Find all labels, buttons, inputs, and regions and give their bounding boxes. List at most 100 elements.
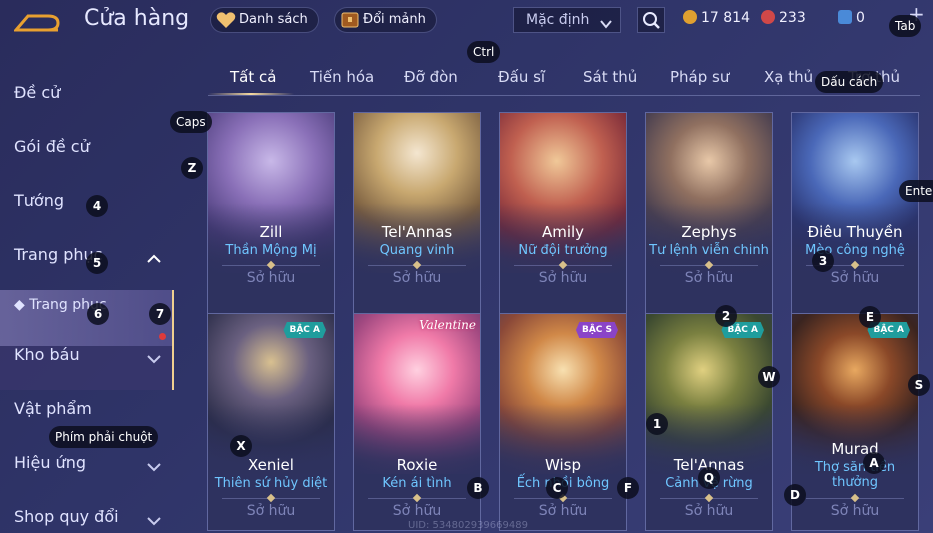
owned-status: Sở hữu (538, 503, 588, 519)
chevron-down-icon[interactable] (147, 511, 161, 526)
key-hint-2: 2 (715, 305, 737, 327)
sidebar-item-featured[interactable]: Đề cử (14, 83, 60, 102)
owned-status: Sở hữu (538, 270, 588, 286)
skin-name: Nữ đội trưởng (518, 243, 608, 258)
tab-assassin[interactable]: Sát thủ (583, 68, 637, 86)
key-hint-e: E (859, 306, 881, 328)
owned-status: Sở hữu (830, 270, 880, 286)
owned-status: Sở hữu (684, 270, 734, 286)
key-hint-right-click: Phím phải chuột (49, 426, 159, 448)
skin-card[interactable]: BẬC A Xeniel Thiên sứ hủy diệt Sở hữu (207, 313, 335, 531)
active-tab-indicator (208, 93, 294, 95)
hero-name: Điêu Thuyền (807, 223, 903, 241)
red-currency: 233 (761, 10, 806, 26)
red-gem-icon (761, 10, 775, 24)
key-hint-s: S (908, 374, 930, 396)
tab-marksman[interactable]: Xạ thủ (764, 68, 813, 86)
skin-card[interactable]: BẬC A Murad Thợ săn tiền thưởng Sở hữu (791, 313, 919, 531)
key-hint-caps: Caps (170, 111, 212, 133)
voucher-icon (838, 10, 852, 24)
sidebar-item-featured-bundles[interactable]: Gói đề cử (14, 137, 90, 156)
hero-name: Murad (831, 440, 879, 458)
chevron-down-icon (600, 14, 612, 29)
skin-card[interactable]: Amily Nữ đội trưởng Sở hữu (499, 112, 627, 330)
tab-evolution[interactable]: Tiến hóa (310, 68, 374, 86)
tab-mage[interactable]: Pháp sư (670, 68, 729, 86)
skin-name: Tư lệnh viễn chinh (649, 243, 769, 258)
voucher-currency: 0 (838, 10, 865, 26)
category-tabs: Tất cả Tiến hóa Đỡ đòn Đấu sĩ Sát thủ Ph… (208, 64, 920, 96)
owned-status: Sở hữu (392, 503, 442, 519)
hero-name: Zill (259, 223, 283, 241)
key-hint-c: C (546, 477, 568, 499)
tab-tank[interactable]: Đỡ đòn (404, 68, 458, 86)
sidebar-item-effects[interactable]: Hiệu ứng (14, 453, 86, 472)
skin-name: Quang vinh (379, 243, 455, 258)
key-hint-a: A (863, 452, 885, 474)
back-arrow-icon[interactable] (12, 10, 62, 36)
chevron-up-icon[interactable] (147, 249, 161, 263)
tab-all[interactable]: Tất cả (230, 68, 276, 86)
key-hint-tab: Tab (889, 15, 922, 37)
owned-status: Sở hữu (830, 503, 880, 519)
key-hint-q: Q (698, 467, 720, 489)
key-hint-b: B (467, 477, 489, 499)
sidebar-item-items[interactable]: Vật phẩm (14, 399, 92, 418)
exchange-shards-button[interactable]: Đổi mảnh (334, 7, 437, 33)
rank-badge: BẬC A (283, 322, 326, 338)
key-hint-7: 7 (149, 303, 171, 325)
key-hint-w: W (758, 366, 780, 388)
skin-card[interactable]: Zill Thần Mộng Mị Sở hữu (207, 112, 335, 330)
gold-currency: 17 814 (683, 10, 750, 26)
skin-card[interactable]: Tel'Annas Quang vinh Sở hữu (353, 112, 481, 330)
hero-name: Zephys (681, 223, 737, 241)
key-hint-enter: Enter (899, 180, 933, 202)
heart-icon (216, 11, 236, 29)
skin-name: Thợ săn tiền thưởng (814, 460, 896, 490)
owned-status: Sở hữu (684, 503, 734, 519)
owned-status: Sở hữu (246, 270, 296, 286)
skin-name: Thiên sứ hủy diệt (214, 476, 328, 491)
sidebar-item-treasure[interactable]: Kho báu (14, 345, 80, 364)
notification-dot (159, 333, 166, 340)
wishlist-button[interactable]: Danh sách (210, 7, 319, 33)
hero-name: Roxie (396, 456, 438, 474)
exchange-label: Đổi mảnh (363, 12, 426, 27)
hero-name: Amily (541, 223, 585, 241)
key-hint-ctrl: Ctrl (467, 41, 501, 63)
skin-card[interactable]: Zephys Tư lệnh viễn chinh Sở hữu (645, 112, 773, 330)
sort-dropdown[interactable]: Mặc định (513, 7, 621, 33)
skin-card[interactable]: Điêu Thuyền Mèo công nghệ Sở hữu (791, 112, 919, 330)
skin-card[interactable]: Valentine Roxie Kén ái tình Sở hữu (353, 313, 481, 531)
page-title: Cửa hàng (84, 6, 190, 31)
skin-name: Mèo công nghệ (805, 243, 905, 258)
sort-value: Mặc định (526, 12, 590, 28)
owned-status: Sở hữu (392, 270, 442, 286)
chevron-down-icon[interactable] (147, 457, 161, 472)
skin-name: Thần Mộng Mị (225, 243, 317, 258)
tab-fighter[interactable]: Đấu sĩ (498, 68, 545, 86)
chevron-down-icon[interactable] (147, 349, 161, 364)
key-hint-1: 1 (646, 413, 668, 435)
key-hint-4: 4 (86, 195, 108, 217)
rank-badge: BẬC S (575, 322, 618, 338)
shard-chest-icon (340, 11, 360, 29)
skin-card[interactable]: BẬC S Wisp Ếch nhồi bông Sở hữu (499, 313, 627, 531)
key-hint-z: Z (181, 157, 203, 179)
key-hint-space: Dấu cách (815, 71, 884, 93)
hero-name: Xeniel (248, 456, 294, 474)
valentine-logo: Valentine (419, 318, 476, 332)
sidebar-item-exchange-shop[interactable]: Shop quy đổi (14, 507, 119, 526)
key-hint-x: X (230, 435, 252, 457)
sidebar-item-heroes[interactable]: Tướng (14, 191, 64, 210)
key-hint-f: F (617, 477, 639, 499)
gold-coin-icon (683, 10, 697, 24)
search-button[interactable] (637, 7, 665, 33)
key-hint-5: 5 (86, 252, 108, 274)
skin-name: Kén ái tình (382, 476, 452, 491)
wishlist-label: Danh sách (239, 12, 308, 27)
search-icon (638, 12, 664, 36)
hero-name: Wisp (544, 456, 581, 474)
user-id: UID: 534802939669489 (408, 520, 528, 531)
hero-name: Tel'Annas (381, 223, 453, 241)
